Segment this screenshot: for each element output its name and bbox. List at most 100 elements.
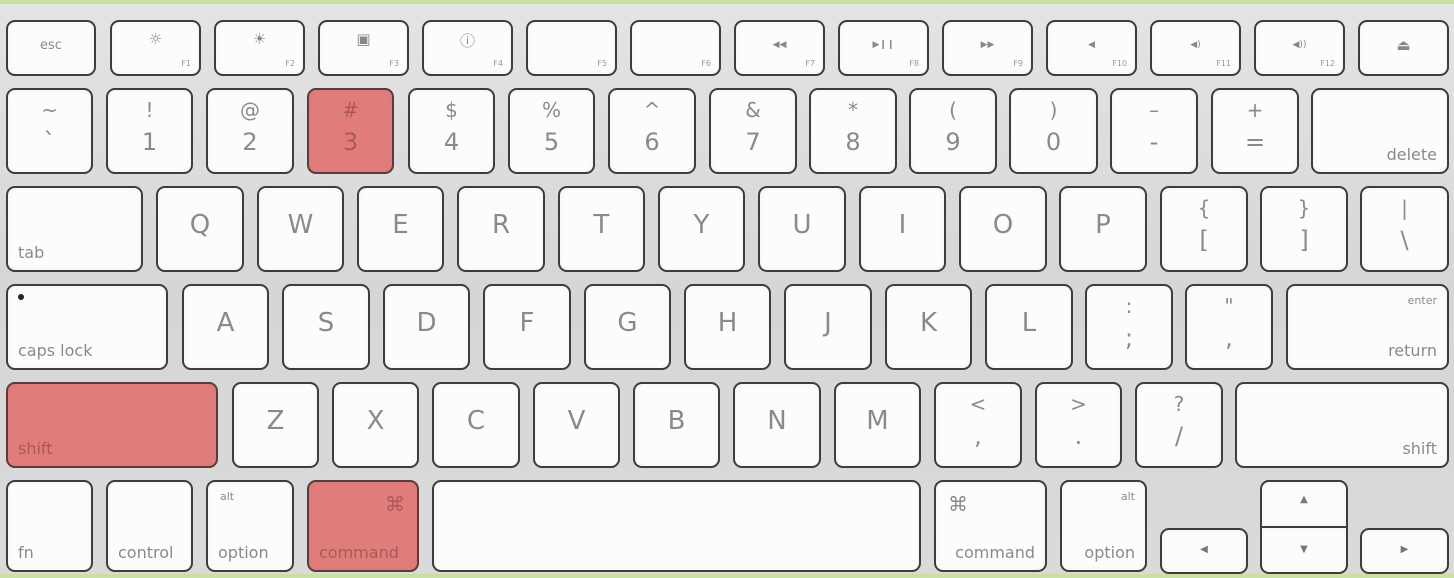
key-f4[interactable]: ⓘ F4 [422, 20, 513, 76]
key-command-left[interactable]: ⌘ command [307, 480, 419, 572]
key-tab[interactable]: tab [6, 186, 143, 272]
key-j[interactable]: J [784, 284, 872, 370]
key-p[interactable]: P [1059, 186, 1147, 272]
brightness-up-icon: ☀ [252, 30, 267, 48]
key-shift-label: < [969, 392, 987, 416]
key-f2[interactable]: ☀ F2 [214, 20, 305, 76]
key-option-right[interactable]: alt option [1060, 480, 1147, 572]
key-n[interactable]: N [733, 382, 821, 468]
key-left-bracket[interactable]: {[ [1160, 186, 1248, 272]
key-label: ] [1299, 226, 1309, 254]
key-arrow-right[interactable]: ▶ [1360, 528, 1449, 574]
key-label: tab [18, 243, 45, 262]
key-f5[interactable]: F5 [526, 20, 617, 76]
key-control[interactable]: control [106, 480, 193, 572]
key-b[interactable]: B [633, 382, 720, 468]
key-f6[interactable]: F6 [630, 20, 721, 76]
key-f1[interactable]: ☼ F1 [110, 20, 201, 76]
key-t[interactable]: T [558, 186, 645, 272]
key-i[interactable]: I [859, 186, 946, 272]
key-equals[interactable]: + = [1211, 88, 1299, 174]
key-minus[interactable]: – - [1110, 88, 1198, 174]
key-semicolon[interactable]: :; [1085, 284, 1173, 370]
key-arrow-up[interactable]: ▲ [1260, 480, 1348, 528]
arrow-left-icon: ◀ [1200, 544, 1208, 555]
key-label: esc [40, 38, 62, 53]
key-label: control [118, 543, 174, 562]
key-g[interactable]: G [584, 284, 671, 370]
key-alt-label: alt [220, 490, 235, 503]
key-label: 4 [443, 128, 460, 156]
key-6[interactable]: ^ 6 [608, 88, 696, 174]
key-3[interactable]: #3 [307, 88, 394, 174]
key-shift-right[interactable]: shift [1235, 382, 1449, 468]
key-slash[interactable]: ? / [1135, 382, 1223, 468]
key-e[interactable]: E [357, 186, 444, 272]
key-4[interactable]: $4 [408, 88, 495, 174]
key-f[interactable]: F [483, 284, 571, 370]
key-label: A [216, 308, 235, 338]
key-q[interactable]: Q [156, 186, 244, 272]
key-label: 6 [644, 128, 660, 156]
key-label: F11 [1216, 59, 1231, 68]
key-space[interactable] [432, 480, 921, 572]
key-o[interactable]: O [959, 186, 1047, 272]
key-label: T [593, 210, 610, 240]
key-label: 8 [845, 128, 861, 156]
key-fn[interactable]: fn [6, 480, 93, 572]
key-backtick[interactable]: ~ ` [6, 88, 93, 174]
key-9[interactable]: (9 [909, 88, 997, 174]
key-eject[interactable]: ⏏ [1358, 20, 1449, 76]
key-esc[interactable]: esc [6, 20, 96, 76]
key-label: I [898, 210, 907, 240]
key-k[interactable]: K [885, 284, 972, 370]
key-0[interactable]: ) 0 [1009, 88, 1098, 174]
key-x[interactable]: X [332, 382, 419, 468]
key-f3[interactable]: ▣ F3 [318, 20, 409, 76]
key-command-right[interactable]: ⌘ command [934, 480, 1047, 572]
key-c[interactable]: C [432, 382, 520, 468]
key-f7[interactable]: ◀◀ F7 [734, 20, 825, 76]
key-option-left[interactable]: alt option [206, 480, 294, 572]
key-caps-lock[interactable]: caps lock [6, 284, 168, 370]
key-z[interactable]: Z [232, 382, 319, 468]
key-u[interactable]: U [758, 186, 846, 272]
key-quote[interactable]: ", [1185, 284, 1273, 370]
key-arrow-down[interactable]: ▼ [1260, 526, 1348, 574]
key-period[interactable]: >. [1035, 382, 1122, 468]
key-label: F5 [597, 59, 607, 68]
key-d[interactable]: D [383, 284, 470, 370]
key-m[interactable]: M [834, 382, 921, 468]
key-label: , [1225, 324, 1233, 352]
key-1[interactable]: ! 1 [106, 88, 193, 174]
key-comma[interactable]: <, [934, 382, 1022, 468]
key-f8[interactable]: ▶❙❙ F8 [838, 20, 929, 76]
key-a[interactable]: A [182, 284, 269, 370]
key-8[interactable]: * 8 [809, 88, 897, 174]
key-right-bracket[interactable]: }] [1260, 186, 1348, 272]
key-7[interactable]: & 7 [709, 88, 797, 174]
key-label: F3 [389, 59, 399, 68]
key-v[interactable]: V [533, 382, 620, 468]
key-y[interactable]: Y [658, 186, 745, 272]
key-arrow-left[interactable]: ◀ [1160, 528, 1248, 574]
key-5[interactable]: % 5 [508, 88, 595, 174]
key-label: 0 [1045, 128, 1062, 156]
key-backslash[interactable]: | \ [1360, 186, 1449, 272]
key-f9[interactable]: ▶▶ F9 [942, 20, 1033, 76]
key-l[interactable]: L [985, 284, 1073, 370]
key-2[interactable]: @2 [206, 88, 294, 174]
key-r[interactable]: R [457, 186, 545, 272]
key-f11[interactable]: ◀) F11 [1150, 20, 1241, 76]
key-h[interactable]: H [684, 284, 771, 370]
key-s[interactable]: S [282, 284, 370, 370]
key-return[interactable]: enter return [1286, 284, 1449, 370]
key-label: J [824, 308, 832, 338]
key-f12[interactable]: ◀)) F12 [1254, 20, 1345, 76]
key-w[interactable]: W [257, 186, 344, 272]
key-shift-left[interactable]: shift [6, 382, 218, 468]
play-pause-icon: ▶❙❙ [872, 40, 895, 50]
key-f10[interactable]: ◀ F10 [1046, 20, 1137, 76]
key-shift-label: ~ [41, 98, 58, 122]
key-delete[interactable]: delete [1311, 88, 1449, 174]
